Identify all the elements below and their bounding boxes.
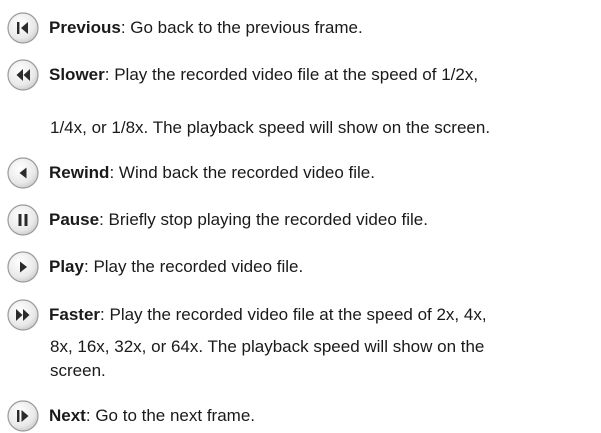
slower-label: Slower [49, 65, 105, 84]
next-frame-button[interactable] [6, 399, 40, 433]
faster-desc: Play the recorded video file at the spee… [104, 305, 487, 324]
previous-label: Previous [49, 18, 121, 37]
next-desc: Go to the next frame. [90, 406, 256, 425]
play-desc: Play the recorded video file. [88, 257, 304, 276]
play-label: Play [49, 257, 84, 276]
control-item-play: Play: Play the recorded video file. [0, 250, 303, 284]
slower-description-cont: 1/4x, or 1/8x. The playback speed will s… [50, 118, 491, 137]
play-button[interactable] [6, 250, 40, 284]
slower-description: Slower: Play the recorded video file at … [49, 65, 478, 85]
control-item-previous: Previous: Go back to the previous frame. [0, 11, 363, 45]
control-item-next: Next: Go to the next frame. [0, 399, 255, 433]
next-label: Next [49, 406, 86, 425]
faster-label: Faster [49, 305, 101, 324]
previous-frame-icon [7, 12, 39, 44]
faster-description: Faster: Play the recorded video file at … [49, 305, 487, 325]
previous-frame-button[interactable] [6, 11, 40, 45]
play-description: Play: Play the recorded video file. [49, 257, 303, 277]
slower-button[interactable] [6, 58, 40, 92]
previous-description: Previous: Go back to the previous frame. [49, 18, 363, 38]
control-item-rewind: Rewind: Wind back the recorded video fil… [0, 156, 375, 190]
next-frame-icon [7, 400, 39, 432]
control-item-faster: Faster: Play the recorded video file at … [0, 298, 487, 332]
play-icon [7, 251, 39, 283]
faster-button[interactable] [6, 298, 40, 332]
rewind-button[interactable] [6, 156, 40, 190]
pause-description: Pause: Briefly stop playing the recorded… [49, 210, 428, 230]
rewind-desc: Wind back the recorded video file. [114, 163, 375, 182]
control-item-slower: Slower: Play the recorded video file at … [0, 58, 478, 92]
rewind-description: Rewind: Wind back the recorded video fil… [49, 163, 375, 183]
next-description: Next: Go to the next frame. [49, 406, 255, 426]
faster-description-cont-1: 8x, 16x, 32x, or 64x. The playback speed… [50, 337, 485, 356]
pause-desc: Briefly stop playing the recorded video … [103, 210, 428, 229]
pause-label: Pause [49, 210, 100, 229]
previous-desc: Go back to the previous frame. [125, 18, 363, 37]
pause-icon [7, 204, 39, 236]
slower-icon [7, 59, 39, 91]
rewind-label: Rewind [49, 163, 110, 182]
control-item-pause: Pause: Briefly stop playing the recorded… [0, 203, 428, 237]
faster-description-cont-2: screen. [50, 361, 106, 380]
faster-icon [7, 299, 39, 331]
pause-button[interactable] [6, 203, 40, 237]
slower-desc: Play the recorded video file at the spee… [109, 65, 479, 84]
rewind-icon [7, 157, 39, 189]
